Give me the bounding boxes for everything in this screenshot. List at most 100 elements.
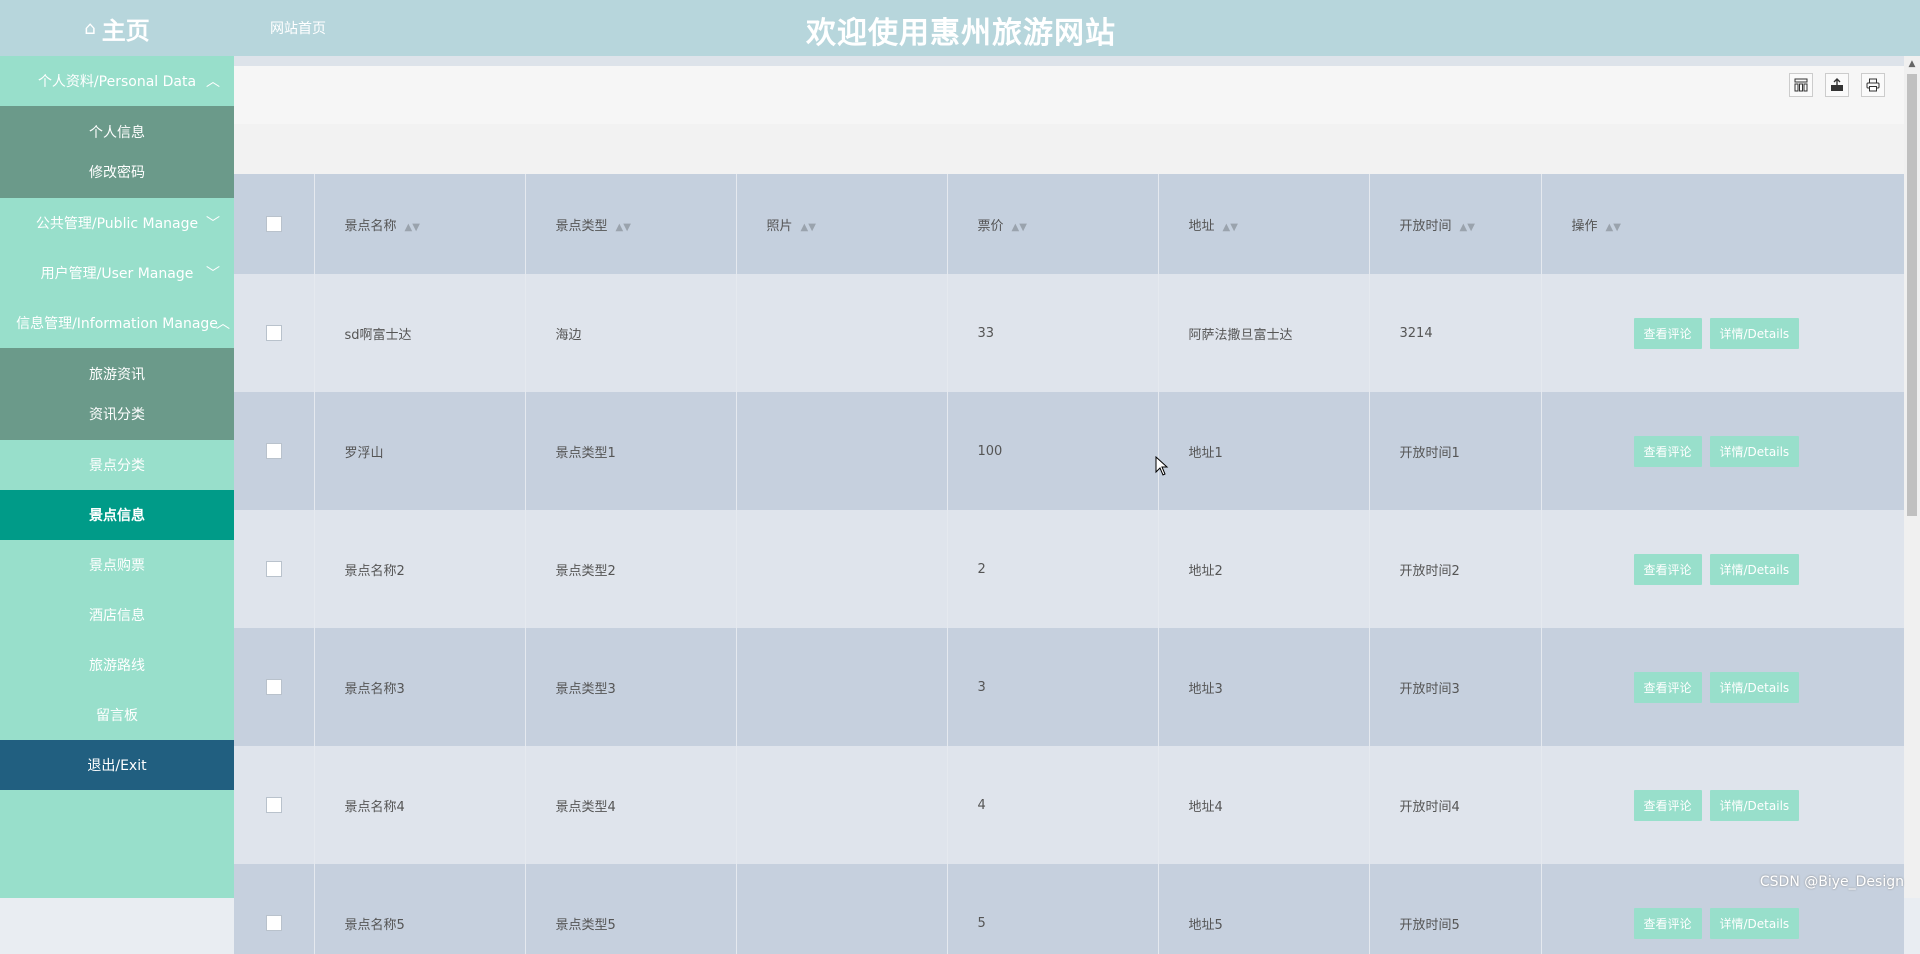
data-table-wrapper: 景点名称 ▲▼ 景点类型 ▲▼ 照片 ▲▼ 票价 ▲▼ 地址 ▲▼ 开放时间 ▲▼ 操作 ▲▼… bbox=[234, 174, 1904, 954]
view-comments-button[interactable]: 查看评论 bbox=[1633, 317, 1702, 349]
menu-group-label: 用户管理/User Manage bbox=[40, 266, 194, 282]
vertical-scrollbar[interactable]: ▲ bbox=[1904, 56, 1920, 898]
cell-open-time: 开放时间1 bbox=[1369, 392, 1542, 510]
home-icon: ⌂ bbox=[84, 17, 96, 39]
sidebar-item-news-category[interactable]: 资讯分类 bbox=[0, 394, 234, 434]
submenu-personal-data: 个人信息 修改密码 bbox=[0, 106, 234, 198]
menu-group-information-manage[interactable]: 信息管理/Information Manage ︿ bbox=[0, 298, 234, 348]
cell-price: 33 bbox=[947, 274, 1159, 392]
top-header: ⌂ 主页 网站首页 欢迎使用惠州旅游网站 bbox=[0, 0, 1920, 56]
row-checkbox-cell bbox=[234, 392, 315, 510]
menu-group-personal-data[interactable]: 个人资料/Personal Data ︿ bbox=[0, 56, 234, 106]
sidebar-item-message-board[interactable]: 留言板 bbox=[0, 690, 234, 740]
cell-address: 阿萨法撒旦富士达 bbox=[1158, 274, 1370, 392]
scrollbar-thumb[interactable] bbox=[1907, 74, 1917, 516]
columns-icon[interactable] bbox=[1789, 73, 1813, 97]
menu-group-label: 信息管理/Information Manage bbox=[16, 316, 218, 332]
sidebar-item-travel-routes[interactable]: 旅游路线 bbox=[0, 640, 234, 690]
cell-photo bbox=[736, 274, 948, 392]
column-header-address[interactable]: 地址 ▲▼ bbox=[1158, 174, 1370, 274]
column-header-open-time[interactable]: 开放时间 ▲▼ bbox=[1369, 174, 1542, 274]
cell-open-time: 开放时间4 bbox=[1369, 746, 1542, 864]
view-comments-button[interactable]: 查看评论 bbox=[1633, 553, 1702, 585]
cell-actions: 查看评论 详情/Details bbox=[1541, 628, 1904, 746]
menu-group-public-manage[interactable]: 公共管理/Public Manage ﹀ bbox=[0, 198, 234, 248]
cell-actions: 查看评论 详情/Details bbox=[1541, 510, 1904, 628]
view-comments-button[interactable]: 查看评论 bbox=[1633, 435, 1702, 467]
column-header-price[interactable]: 票价 ▲▼ bbox=[947, 174, 1159, 274]
home-label: 主页 bbox=[101, 16, 150, 45]
details-button[interactable]: 详情/Details bbox=[1709, 435, 1800, 467]
cell-name: 罗浮山 bbox=[314, 392, 526, 510]
column-header-name[interactable]: 景点名称 ▲▼ bbox=[314, 174, 526, 274]
row-checkbox[interactable] bbox=[265, 561, 282, 577]
details-button[interactable]: 详情/Details bbox=[1709, 671, 1800, 703]
sidebar-item-ticket-purchase[interactable]: 景点购票 bbox=[0, 540, 234, 590]
sidebar-item-scenic-category[interactable]: 景点分类 bbox=[0, 440, 234, 490]
table-row: 景点名称5 景点类型5 5 地址5 开放时间5 查看评论 详情/Details bbox=[234, 864, 1904, 954]
view-comments-button[interactable]: 查看评论 bbox=[1633, 671, 1702, 703]
table-row: 景点名称3 景点类型3 3 地址3 开放时间3 查看评论 详情/Details bbox=[234, 628, 1904, 746]
export-icon[interactable] bbox=[1825, 73, 1849, 97]
sidebar-item-change-password[interactable]: 修改密码 bbox=[0, 152, 234, 192]
cell-name: 景点名称5 bbox=[314, 864, 526, 954]
cell-photo bbox=[736, 392, 948, 510]
print-icon[interactable] bbox=[1861, 73, 1885, 97]
column-header-photo[interactable]: 照片 ▲▼ bbox=[736, 174, 948, 274]
cell-type: 海边 bbox=[525, 274, 737, 392]
cell-photo bbox=[736, 628, 948, 746]
scroll-up-arrow-icon[interactable]: ▲ bbox=[1904, 56, 1920, 72]
home-button[interactable]: ⌂ 主页 bbox=[0, 0, 234, 56]
sidebar-item-travel-news[interactable]: 旅游资讯 bbox=[0, 354, 234, 394]
sort-icon: ▲▼ bbox=[615, 221, 631, 233]
cell-actions: 查看评论 详情/Details bbox=[1541, 274, 1904, 392]
sidebar-item-personal-info[interactable]: 个人信息 bbox=[0, 112, 234, 152]
details-button[interactable]: 详情/Details bbox=[1709, 789, 1800, 821]
cell-type: 景点类型1 bbox=[525, 392, 737, 510]
cell-type: 景点类型4 bbox=[525, 746, 737, 864]
site-title: 欢迎使用惠州旅游网站 bbox=[806, 16, 1116, 51]
sort-icon: ▲▼ bbox=[1605, 221, 1621, 233]
row-checkbox-cell bbox=[234, 628, 315, 746]
cell-address: 地址2 bbox=[1158, 510, 1370, 628]
row-checkbox[interactable] bbox=[265, 325, 282, 341]
details-button[interactable]: 详情/Details bbox=[1709, 907, 1800, 939]
sidebar-item-scenic-info[interactable]: 景点信息 bbox=[0, 490, 234, 540]
menu-group-user-manage[interactable]: 用户管理/User Manage ﹀ bbox=[0, 248, 234, 298]
menu-group-label: 个人资料/Personal Data bbox=[37, 74, 197, 90]
details-button[interactable]: 详情/Details bbox=[1709, 553, 1800, 585]
menu-group-label: 公共管理/Public Manage bbox=[35, 216, 199, 232]
column-header-actions[interactable]: 操作 ▲▼ bbox=[1541, 174, 1904, 274]
cell-actions: 查看评论 详情/Details bbox=[1541, 864, 1904, 954]
table-row: 景点名称2 景点类型2 2 地址2 开放时间2 查看评论 详情/Details bbox=[234, 510, 1904, 628]
row-checkbox[interactable] bbox=[265, 443, 282, 459]
data-table: 景点名称 ▲▼ 景点类型 ▲▼ 照片 ▲▼ 票价 ▲▼ 地址 ▲▼ 开放时间 ▲▼ 操作 ▲▼… bbox=[234, 174, 1904, 954]
breadcrumb-home-link[interactable]: 网站首页 bbox=[270, 18, 326, 38]
details-button[interactable]: 详情/Details bbox=[1709, 317, 1800, 349]
column-label: 操作 bbox=[1571, 218, 1598, 234]
header-checkbox-cell bbox=[234, 174, 315, 274]
column-header-type[interactable]: 景点类型 ▲▼ bbox=[525, 174, 737, 274]
exit-button[interactable]: 退出/Exit bbox=[0, 740, 234, 790]
sort-icon: ▲▼ bbox=[1222, 221, 1238, 233]
cell-price: 2 bbox=[947, 510, 1159, 628]
cell-photo bbox=[736, 864, 948, 954]
cell-actions: 查看评论 详情/Details bbox=[1541, 392, 1904, 510]
cell-address: 地址3 bbox=[1158, 628, 1370, 746]
row-checkbox[interactable] bbox=[265, 915, 282, 931]
row-checkbox-cell bbox=[234, 746, 315, 864]
column-label: 照片 bbox=[766, 218, 793, 234]
chevron-down-icon: ﹀ bbox=[206, 216, 220, 232]
select-all-checkbox[interactable] bbox=[265, 216, 282, 232]
view-comments-button[interactable]: 查看评论 bbox=[1633, 789, 1702, 821]
sort-icon: ▲▼ bbox=[1011, 221, 1027, 233]
cell-open-time: 开放时间3 bbox=[1369, 628, 1542, 746]
divider bbox=[234, 56, 1904, 66]
view-comments-button[interactable]: 查看评论 bbox=[1633, 907, 1702, 939]
row-checkbox-cell bbox=[234, 510, 315, 628]
chevron-down-icon: ﹀ bbox=[206, 266, 220, 282]
sidebar-item-hotel-info[interactable]: 酒店信息 bbox=[0, 590, 234, 640]
row-checkbox[interactable] bbox=[265, 797, 282, 813]
row-checkbox[interactable] bbox=[265, 679, 282, 695]
cell-open-time: 开放时间5 bbox=[1369, 864, 1542, 954]
